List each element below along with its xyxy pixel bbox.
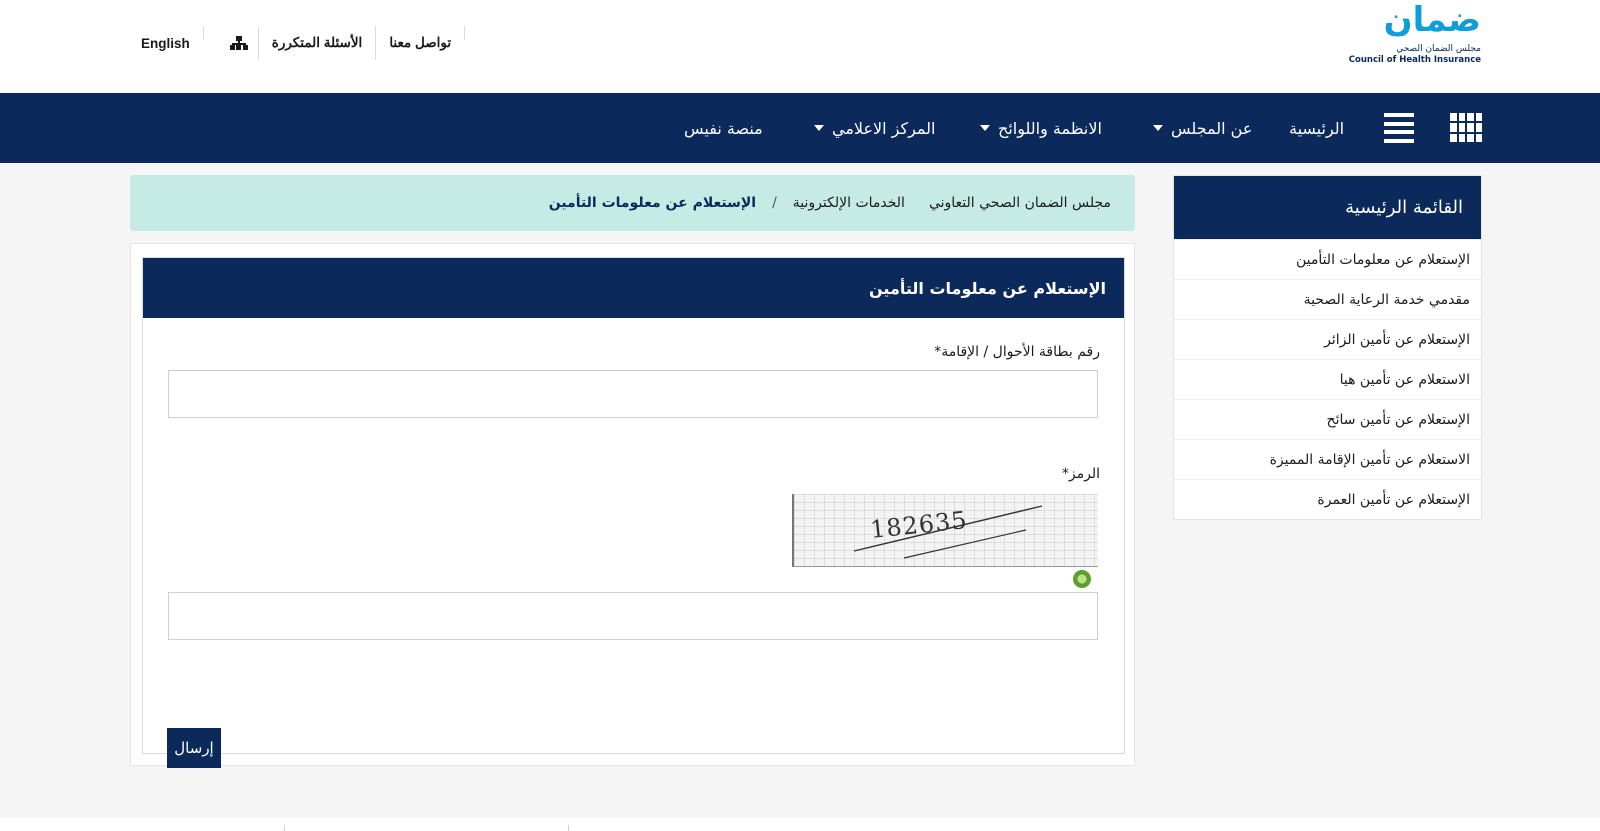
breadcrumb: مجلس الضمان الصحي التعاوني الخدمات الإلك…: [130, 175, 1135, 231]
logo-english-name: Council of Health Insurance: [1348, 55, 1481, 65]
captcha-input[interactable]: [168, 592, 1098, 640]
faq-link[interactable]: الأسئلة المتكررة: [259, 26, 376, 60]
caret-down-icon: [980, 125, 990, 131]
logo-wordmark: ضمان: [1383, 0, 1482, 40]
breadcrumb-home[interactable]: مجلس الضمان الصحي التعاوني: [929, 195, 1111, 211]
caret-down-icon: [1153, 125, 1163, 131]
refresh-captcha-icon[interactable]: [1073, 570, 1091, 588]
sidebar-item-providers[interactable]: مقدمي خدمة الرعاية الصحية: [1174, 279, 1481, 319]
nav-media-center[interactable]: المركز الاعلامي: [814, 93, 936, 163]
captcha-image: 182635: [792, 494, 1098, 567]
sitemap-icon: [229, 36, 248, 50]
main-nav: [0, 93, 1600, 163]
nav-about[interactable]: عن المجلس: [1153, 93, 1252, 163]
top-bar: ضمان مجلس الضمان الصحي Council of Health…: [0, 0, 1600, 93]
nav-regulations[interactable]: الانظمة واللوائح: [980, 93, 1102, 163]
sitemap-link[interactable]: [220, 26, 258, 60]
sidebar-item-tourist[interactable]: الإستعلام عن تأمين سائح: [1174, 399, 1481, 439]
sidebar-menu: القائمة الرئيسية الإستعلام عن معلومات ال…: [1173, 175, 1482, 520]
nav-home-label: الرئيسية: [1289, 118, 1345, 138]
logo-arabic-name: مجلس الضمان الصحي: [1396, 44, 1481, 54]
sidebar-title: القائمة الرئيسية: [1174, 176, 1481, 239]
id-number-label: رقم بطاقة الأحوال / الإقامة*: [934, 344, 1100, 360]
apps-grid-icon[interactable]: [1450, 113, 1482, 142]
nav-media-center-label: المركز الاعلامي: [832, 118, 936, 138]
captcha-label: الرمز*: [1061, 466, 1100, 482]
divider: [202, 26, 204, 40]
nav-nafis-label: منصة نفيس: [684, 118, 763, 138]
contact-us-link[interactable]: تواصل معنا: [376, 26, 464, 60]
nav-home[interactable]: الرئيسية: [1289, 93, 1344, 163]
caret-down-icon: [814, 125, 824, 131]
divider: [464, 26, 466, 40]
breadcrumb-separator: /: [772, 195, 777, 211]
top-links: English الأسئلة المتكررة تواصل معنا: [128, 26, 466, 60]
sidebar-item-umrah[interactable]: الإستعلام عن تأمين العمرة: [1174, 479, 1481, 519]
main-card: الإستعلام عن معلومات التأمين رقم بطاقة ا…: [130, 243, 1135, 768]
footer: [0, 818, 1600, 831]
sidebar-item-premium-residency[interactable]: الاستعلام عن تأمين الإقامة المميزة: [1174, 439, 1481, 479]
sidebar-item-insurance-info[interactable]: الإستعلام عن معلومات التأمين: [1174, 239, 1481, 279]
nav-nafis[interactable]: منصة نفيس: [684, 93, 763, 163]
sidebar-item-visitor[interactable]: الإستعلام عن تأمين الزائر: [1174, 319, 1481, 359]
nav-regulations-label: الانظمة واللوائح: [998, 118, 1102, 138]
inquiry-form: الإستعلام عن معلومات التأمين رقم بطاقة ا…: [142, 257, 1125, 768]
english-language-link[interactable]: English: [128, 26, 203, 60]
submit-button[interactable]: إرسال: [167, 728, 221, 768]
nav-about-label: عن المجلس: [1171, 118, 1253, 138]
form-title: الإستعلام عن معلومات التأمين: [143, 258, 1124, 318]
council-logo[interactable]: ضمان مجلس الضمان الصحي Council of Health…: [1348, 0, 1482, 66]
breadcrumb-eservices[interactable]: الخدمات الإلكترونية: [793, 195, 905, 211]
menu-icon[interactable]: [1384, 113, 1414, 143]
breadcrumb-current: الإستعلام عن معلومات التأمين: [548, 195, 757, 211]
sidebar-item-hayya[interactable]: الاستعلام عن تأمين هيا: [1174, 359, 1481, 399]
id-number-input[interactable]: [168, 370, 1098, 418]
